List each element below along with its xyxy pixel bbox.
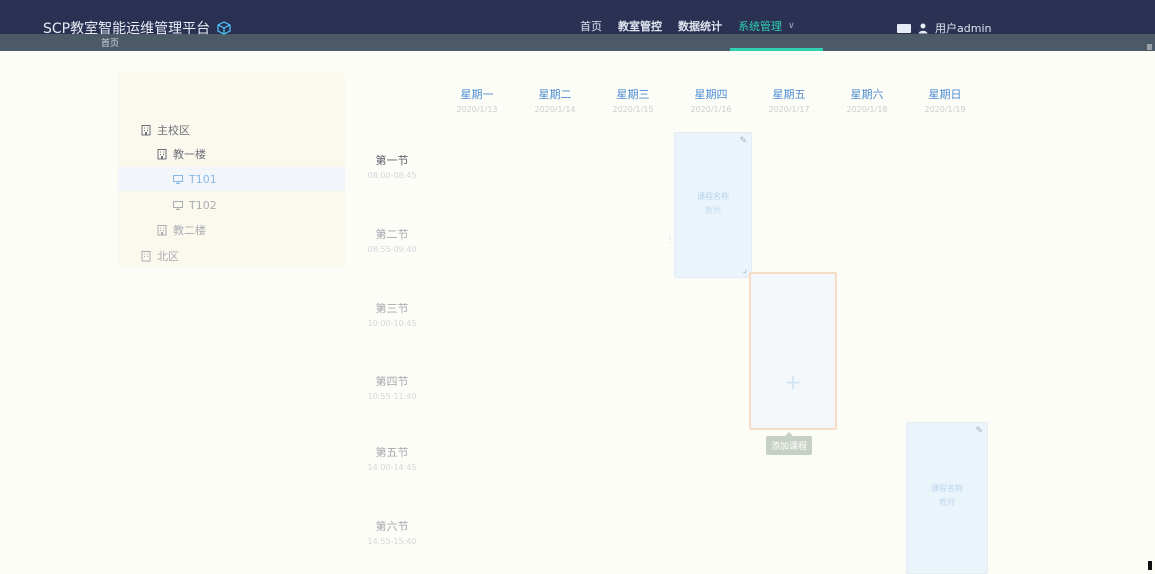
brand[interactable]: SCP教室智能运维管理平台 首页 (43, 17, 232, 49)
message-icon[interactable] (897, 23, 911, 33)
edit-icon[interactable]: ✎ (975, 426, 983, 436)
nav-system-management[interactable]: 系统管理 ∨ (730, 14, 823, 51)
window-corner-mark (1147, 44, 1152, 50)
period-label-2: 第二节 08:55-09:40 (367, 228, 417, 254)
building-icon (156, 148, 168, 160)
nav-home[interactable]: 首页 (572, 14, 610, 38)
day-header-sun: 星期日 2020/1/19 (924, 88, 966, 114)
location-tree: 主校区 教一楼 T101 T102 教二楼 北区 (118, 72, 345, 267)
user-area[interactable]: 用户admin (897, 19, 991, 37)
day-header-sat: 星期六 2020/1/18 (846, 88, 888, 114)
lesson-title: 课程名称 (697, 192, 729, 201)
period-label-6: 第六节 14:55-15:40 (367, 520, 417, 546)
schedule-grid: 星期一 2020/1/13 星期二 2020/1/14 星期三 2020/1/1… (352, 64, 992, 574)
room-icon (172, 199, 184, 211)
day-header-fri: 星期五 2020/1/17 (768, 88, 810, 114)
tree-header (118, 72, 345, 102)
resize-icon[interactable]: ⌟ (743, 265, 747, 275)
lesson-card-thu[interactable]: ✎ 课程名称 教师 ⌟ (674, 132, 752, 278)
tree-selected-highlight (118, 167, 345, 191)
building-icon (140, 124, 152, 136)
lesson-teacher: 教师 (705, 206, 721, 215)
add-lesson-slot[interactable]: + (749, 272, 837, 430)
day-header-mon: 星期一 2020/1/13 (456, 88, 498, 114)
building-icon (156, 224, 168, 236)
nav-classroom-control[interactable]: 教室管控 (610, 14, 670, 38)
day-header-thu: 星期四 2020/1/16 (690, 88, 732, 114)
main-nav: 首页 教室管控 数据统计 系统管理 ∨ (572, 14, 823, 51)
tree-item-building-2[interactable]: 教二楼 (156, 218, 206, 242)
period-label-1: 第一节 08:00-08:45 (367, 154, 417, 180)
tree-item-room-t102[interactable]: T102 (172, 193, 217, 217)
cube-logo-icon (216, 21, 232, 35)
day-header-tue: 星期二 2020/1/14 (534, 88, 576, 114)
period-label-4: 第四节 10:55-11:40 (367, 375, 417, 401)
lesson-teacher: 教师 (939, 498, 955, 507)
period-label-5: 第五节 14:00-14:45 (367, 446, 417, 472)
drag-handle-icon[interactable]: ⋮ (665, 234, 675, 245)
edit-icon[interactable]: ✎ (739, 136, 747, 146)
scroll-marker (1148, 561, 1152, 570)
lesson-card-sun[interactable]: ✎ 课程名称 教师 (906, 422, 988, 574)
add-lesson-tooltip: 添加课程 (766, 432, 813, 455)
plus-icon: + (784, 370, 802, 394)
lesson-title: 课程名称 (931, 484, 963, 493)
tree-item-main-campus[interactable]: 主校区 (140, 118, 190, 142)
period-label-3: 第三节 10:00-10:45 (367, 302, 417, 328)
brand-title: SCP教室智能运维管理平台 (43, 21, 211, 37)
day-header-wed: 星期三 2020/1/15 (612, 88, 654, 114)
username: 用户admin (935, 22, 992, 35)
user-icon (917, 22, 929, 34)
building-icon (140, 250, 152, 262)
chevron-down-icon: ∨ (788, 21, 795, 31)
brand-subtitle: 首页 (101, 39, 120, 49)
tree-item-building-1[interactable]: 教一楼 (156, 142, 206, 166)
tree-item-room-t101[interactable]: T101 (172, 167, 217, 191)
room-icon (172, 173, 184, 185)
tree-item-north-campus[interactable]: 北区 (140, 244, 179, 268)
nav-statistics[interactable]: 数据统计 (670, 14, 730, 38)
top-header: SCP教室智能运维管理平台 首页 首页 教室管控 数据统计 系统管理 ∨ 用户a… (0, 0, 1155, 51)
